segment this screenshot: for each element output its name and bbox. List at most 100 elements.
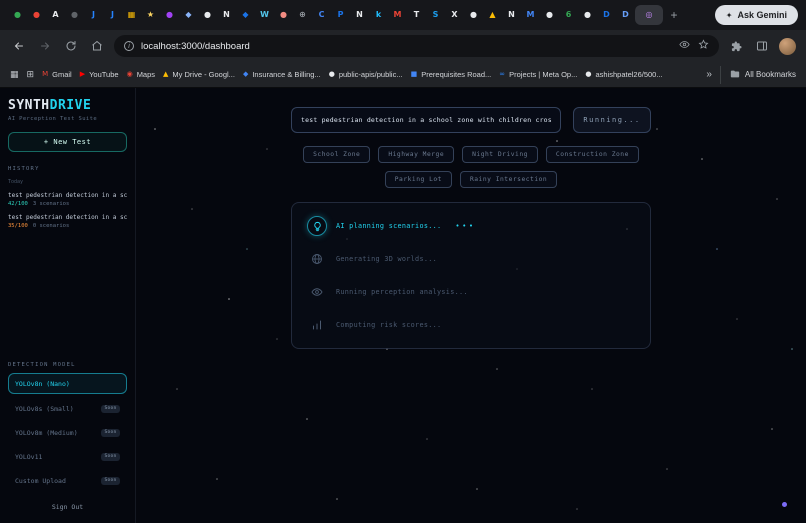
bookmark-item[interactable]: ◉ Maps xyxy=(127,70,155,79)
browser-tab[interactable]: ● xyxy=(8,5,27,25)
model-name: Custom Upload xyxy=(15,477,66,485)
extensions-puzzle-icon[interactable] xyxy=(727,37,745,55)
all-bookmarks-button[interactable]: All Bookmarks xyxy=(720,66,796,84)
model-list: YOLOv8n (Nano) YOLOv8s (Small) Soon YOLO… xyxy=(8,368,127,490)
home-icon[interactable] xyxy=(88,37,106,55)
tab-favicon: D xyxy=(622,11,629,19)
site-info-icon[interactable] xyxy=(124,41,134,51)
address-bar[interactable]: localhost:3000/dashboard xyxy=(114,35,719,57)
browser-tab[interactable]: D xyxy=(597,5,616,25)
back-icon[interactable] xyxy=(10,37,28,55)
suggestion-chip[interactable]: Construction Zone xyxy=(546,146,639,163)
bookmark-label: YouTube xyxy=(89,70,118,79)
browser-tab[interactable]: ◆ xyxy=(236,5,255,25)
history-list: test pedestrian detection in a schoo... … xyxy=(8,185,127,229)
tab-favicon: X xyxy=(451,11,457,19)
browser-tab[interactable]: ● xyxy=(65,5,84,25)
history-item[interactable]: test pedestrian detection in a schoo... … xyxy=(8,214,127,229)
browser-tab[interactable]: ▦ xyxy=(122,5,141,25)
browser-tab[interactable]: P xyxy=(331,5,350,25)
browser-tab[interactable]: ● xyxy=(540,5,559,25)
bookmarks-overflow-chevron[interactable]: » xyxy=(706,69,712,80)
bookmark-favicon: ∞ xyxy=(499,71,505,78)
folder-icon xyxy=(730,66,740,84)
tab-strip: ● ● A ● J J ▦ ★ ● ◆ ● N ◆ W ● ⊕ C P N k … xyxy=(0,0,806,30)
bookmark-item[interactable]: ◆ Insurance & Billing... xyxy=(243,70,321,79)
sign-out-button[interactable]: Sign Out xyxy=(8,499,127,515)
browser-tab[interactable]: W xyxy=(255,5,274,25)
model-option[interactable]: Custom Upload Soon xyxy=(8,471,127,490)
bookmark-star-icon[interactable] xyxy=(698,37,709,55)
password-eye-icon[interactable] xyxy=(679,37,690,55)
browser-tab[interactable]: N xyxy=(350,5,369,25)
model-option[interactable]: YOLOv8n (Nano) xyxy=(8,373,127,394)
model-option[interactable]: YOLOv8m (Medium) Soon xyxy=(8,423,127,442)
ask-gemini-button[interactable]: ✦ Ask Gemini xyxy=(715,5,798,25)
browser-tab[interactable]: ● xyxy=(160,5,179,25)
forward-icon[interactable] xyxy=(36,37,54,55)
bookmark-item[interactable]: ■ Prerequisites Road... xyxy=(411,70,492,79)
model-option[interactable]: YOLOv11 Soon xyxy=(8,447,127,466)
lightbulb-icon xyxy=(307,216,327,236)
prompt-input[interactable] xyxy=(291,107,561,133)
browser-tab[interactable]: D xyxy=(616,5,635,25)
browser-tab[interactable]: C xyxy=(312,5,331,25)
browser-tab[interactable]: ● xyxy=(27,5,46,25)
logo-primary: SYNTH xyxy=(8,98,50,113)
tab-favicon: ● xyxy=(14,11,21,19)
new-tab-button[interactable]: + xyxy=(665,6,683,24)
tab-favicon: N xyxy=(508,11,515,19)
bookmark-favicon: M xyxy=(42,71,48,78)
bookmark-item[interactable]: ▲ My Drive - Googl... xyxy=(163,70,235,79)
browser-tab[interactable]: T xyxy=(407,5,426,25)
tab-favicon: ▲ xyxy=(489,11,495,19)
browser-tab[interactable]: ● xyxy=(464,5,483,25)
tab-groups-icon[interactable]: ⊞ xyxy=(27,70,35,80)
profile-avatar[interactable] xyxy=(779,38,796,55)
tab-favicon: C xyxy=(319,11,325,19)
browser-tab[interactable]: J xyxy=(84,5,103,25)
history-item-title: test pedestrian detection in a schoo... xyxy=(8,214,127,221)
suggestion-chip[interactable]: Night Driving xyxy=(462,146,538,163)
suggestion-chip[interactable]: Highway Merge xyxy=(378,146,454,163)
browser-tab[interactable]: ◆ xyxy=(179,5,198,25)
bookmark-item[interactable]: ▶ YouTube xyxy=(80,70,119,79)
bookmark-item[interactable]: ● public-apis/public... xyxy=(329,70,403,79)
run-button[interactable]: Running... xyxy=(573,107,651,133)
suggestion-chip[interactable]: Rainy Intersection xyxy=(460,171,557,188)
suggestion-chip[interactable]: School Zone xyxy=(303,146,370,163)
browser-tab[interactable]: M xyxy=(388,5,407,25)
suggestion-chip[interactable]: Parking Lot xyxy=(385,171,452,188)
tab-favicon: P xyxy=(338,11,344,19)
browser-tab[interactable]: ▲ xyxy=(483,5,502,25)
side-panel-icon[interactable] xyxy=(753,37,771,55)
browser-tab[interactable]: ◎ xyxy=(635,5,663,25)
tab-favicon: A xyxy=(52,11,58,19)
browser-tab[interactable]: N xyxy=(217,5,236,25)
browser-tab[interactable]: ⊕ xyxy=(293,5,312,25)
browser-tab[interactable]: ● xyxy=(274,5,293,25)
model-option[interactable]: YOLOv8s (Small) Soon xyxy=(8,399,127,418)
browser-tab[interactable]: N xyxy=(502,5,521,25)
browser-tab[interactable]: S xyxy=(426,5,445,25)
browser-tab[interactable]: X xyxy=(445,5,464,25)
new-test-button[interactable]: + New Test xyxy=(8,132,127,152)
browser-tab[interactable]: ● xyxy=(578,5,597,25)
bookmark-item[interactable]: ● ashishpatel26/500... xyxy=(585,70,662,79)
bookmark-favicon: ◉ xyxy=(127,71,133,78)
sidebar-spacer xyxy=(8,229,127,362)
history-item[interactable]: test pedestrian detection in a schoo... … xyxy=(8,192,127,207)
bookmark-item[interactable]: ∞ Projects | Meta Op... xyxy=(499,70,577,79)
dev-indicator-dot[interactable] xyxy=(782,502,787,507)
bookmark-favicon: ● xyxy=(329,71,335,78)
browser-tab[interactable]: k xyxy=(369,5,388,25)
browser-tab[interactable]: 6 xyxy=(559,5,578,25)
browser-tab[interactable]: ● xyxy=(198,5,217,25)
browser-tab[interactable]: A xyxy=(46,5,65,25)
reload-icon[interactable] xyxy=(62,37,80,55)
apps-grid-icon[interactable]: ▦ xyxy=(10,70,19,80)
bookmark-item[interactable]: M Gmail xyxy=(42,70,72,79)
browser-tab[interactable]: M xyxy=(521,5,540,25)
browser-tab[interactable]: J xyxy=(103,5,122,25)
browser-tab[interactable]: ★ xyxy=(141,5,160,25)
